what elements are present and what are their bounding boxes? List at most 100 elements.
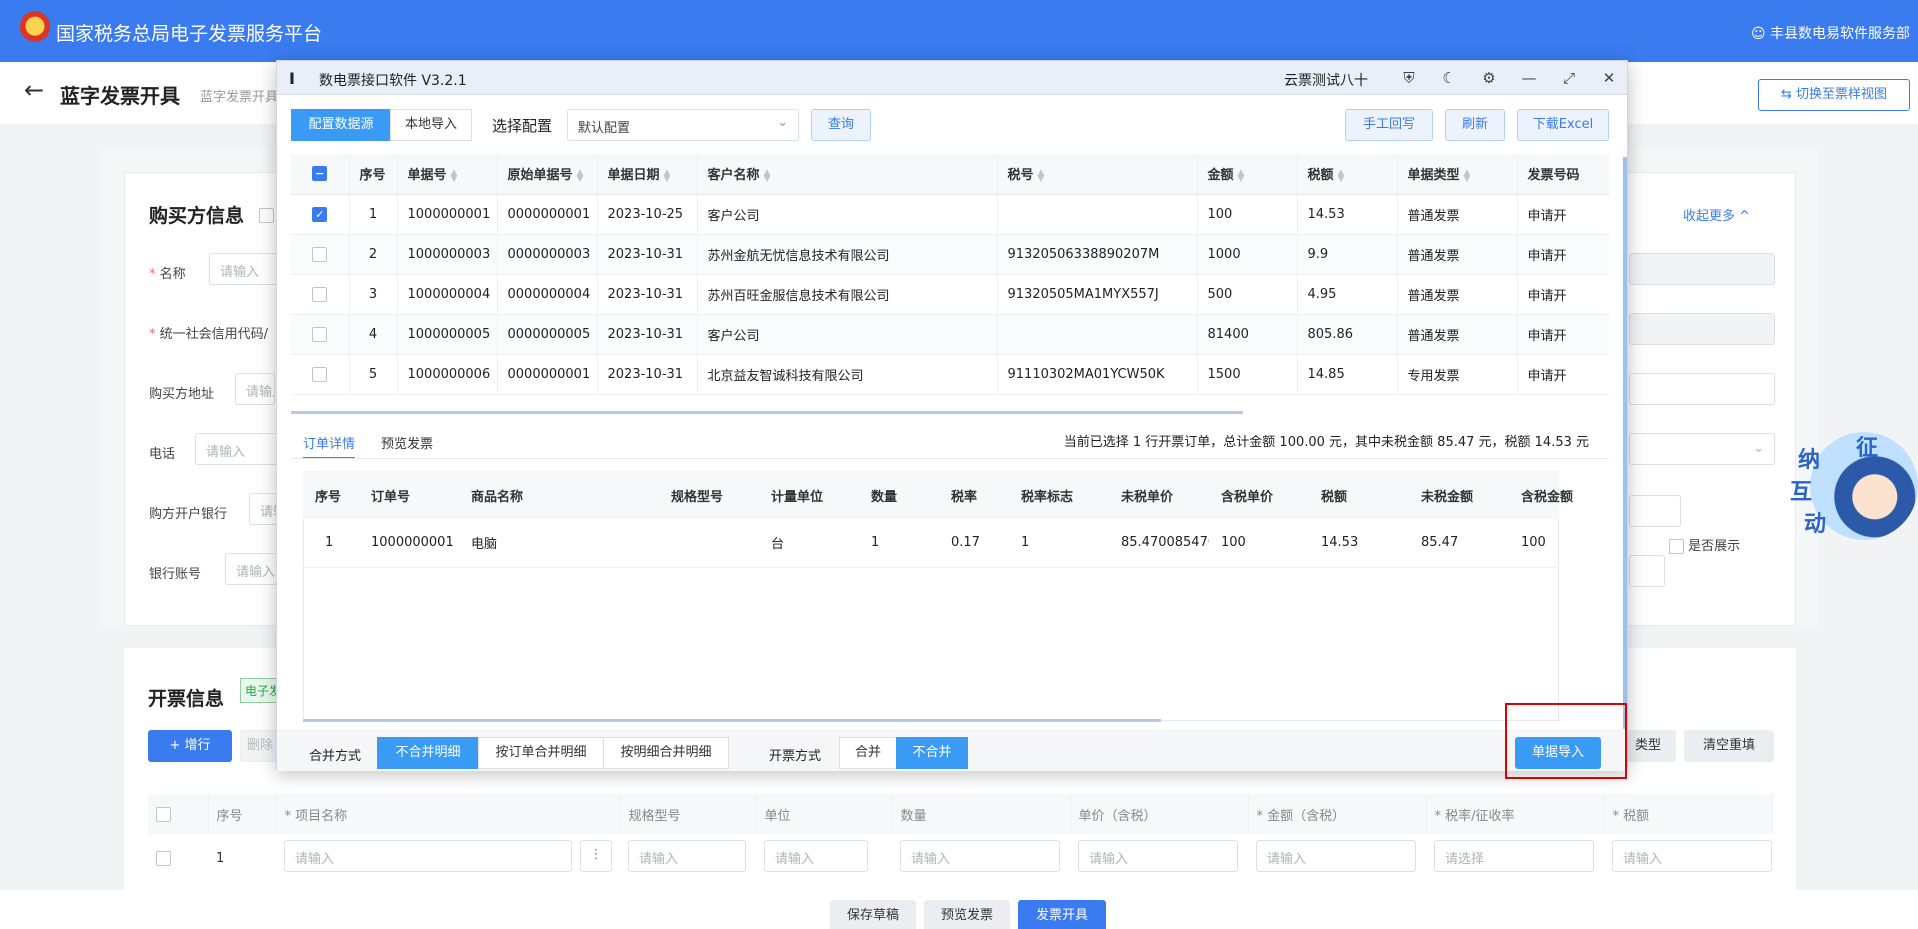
quantity-input[interactable]: 请输入 (900, 840, 1060, 872)
grid-col[interactable]: 金额 ▲ ▼ (1197, 154, 1298, 195)
items-col: 数量 (892, 794, 1071, 834)
show-option[interactable]: 是否展示 (1669, 535, 1740, 554)
row-checkbox[interactable] (291, 354, 350, 395)
grid-col[interactable]: 单据号 ▲ ▼ (397, 154, 498, 195)
cell-amount: 1500 (1197, 354, 1298, 395)
dialog-vscrollbar[interactable] (1623, 157, 1627, 767)
table-row[interactable]: ✓ 1 1000000001 0000000001 2023-10-25 客户公司 100 1… (291, 194, 1609, 235)
grid-col[interactable]: 税号 ▲ ▼ (997, 154, 1198, 195)
select-all-checkbox[interactable]: − (291, 154, 350, 195)
arrow-left-icon[interactable]: ← (24, 76, 44, 104)
detail-idx: 1 (303, 519, 359, 568)
cell-idx: 1 (349, 194, 398, 235)
user-icon: ☺ (1750, 26, 1770, 42)
grid-col[interactable]: 原始单据号 ▲ ▼ (497, 154, 598, 195)
cell-date: 2023-10-31 (597, 314, 698, 355)
merge-option-none[interactable]: 不合并明细 (377, 737, 479, 769)
row-checkbox[interactable] (148, 834, 208, 882)
detail-col: 含税金额 (1509, 471, 1573, 519)
cell-idx: 4 (349, 314, 398, 355)
tax-rate-select[interactable]: 请选择 (1434, 840, 1594, 872)
item-type-button[interactable]: 类型 (1620, 730, 1676, 762)
breadcrumb[interactable]: 蓝字发票开具 (200, 86, 278, 105)
detail-order: 1000000001 (359, 519, 459, 568)
table-row[interactable]: 5 1000000006 0000000001 2023-10-31 北京益友智诚科技有… (291, 354, 1609, 395)
issue-mode-merge[interactable]: 合并 (839, 737, 897, 769)
buyer-address-input[interactable]: 请输入 (235, 373, 275, 405)
buyer-address-label: 购买方地址 (149, 387, 215, 402)
bank-input[interactable]: 请输入 (249, 493, 277, 525)
clear-refill-button[interactable]: 清空重填 (1684, 730, 1774, 762)
right-field-5[interactable] (1629, 495, 1681, 527)
save-draft-button[interactable]: 保存草稿 (830, 900, 916, 929)
tab-preview-invoice[interactable]: 预览发票 (381, 433, 433, 452)
tax-amount-input[interactable]: 请输入 (1612, 840, 1772, 872)
detail-flag: 1 (1009, 519, 1109, 568)
grid-col[interactable]: 单据类型 ▲ ▼ (1397, 154, 1518, 195)
right-field-6[interactable] (1629, 555, 1665, 587)
buyer-title: 购买方信息 (149, 205, 245, 227)
sort-icon: ▲ ▼ (763, 167, 771, 184)
grid-col[interactable]: 客户名称 ▲ ▼ (697, 154, 998, 195)
invoice-interface-dialog: Ⅰ 数电票接口软件 V3.2.1 云票测试八十 ⛨ ☾ ⚙ — ⤢ ✕ 配置数据… (276, 60, 1628, 779)
account-input[interactable]: 请输入 (225, 553, 277, 585)
spec-input[interactable]: 请输入 (628, 840, 746, 872)
items-select-all[interactable] (148, 794, 209, 834)
issue-mode-label: 开票方式 (769, 749, 822, 764)
cell-idx: 3 (349, 274, 398, 315)
table-row[interactable]: 2 1000000003 0000000003 2023-10-31 苏州金航无忧信息技… (291, 234, 1609, 275)
grid-col[interactable]: 税额 ▲ ▼ (1297, 154, 1398, 195)
row-checkbox[interactable]: ✓ (291, 194, 350, 235)
right-field-3[interactable] (1629, 373, 1775, 405)
grid-hscrollbar[interactable] (291, 411, 1243, 414)
preview-invoice-button[interactable]: 预览发票 (924, 900, 1010, 929)
top-header: 国家税务总局电子发票服务平台 ☺ 丰县数电易软件服务部 (0, 0, 1918, 62)
buyer-toggle-checkbox[interactable] (259, 207, 274, 223)
unit-input[interactable]: 请输入 (764, 840, 868, 872)
detail-tax-price: 100 (1209, 519, 1309, 568)
merge-option-by-order[interactable]: 按订单合并明细 (478, 737, 604, 769)
detail-col: 数量 (859, 471, 939, 519)
sort-icon: ▲ ▼ (1463, 167, 1471, 184)
collapse-more-link[interactable]: 收起更多 ^ (1683, 205, 1750, 224)
delete-row-button[interactable]: 删除 (240, 730, 280, 762)
cell-tax-id: 91320506338890207M (997, 234, 1198, 275)
detail-hscrollbar[interactable] (303, 719, 1161, 722)
table-row[interactable]: 3 1000000004 0000000004 2023-10-31 苏州百旺金服信息技… (291, 274, 1609, 315)
issue-invoice-button[interactable]: 发票开具 (1018, 900, 1106, 929)
cell-type: 专用发票 (1397, 354, 1518, 395)
items-col: * 金额（含税） (1248, 794, 1427, 834)
bank-label: 购方开户银行 (149, 507, 228, 522)
row-checkbox[interactable] (291, 234, 350, 275)
row-checkbox[interactable] (291, 274, 350, 315)
switch-view-button[interactable]: ⇆ 切换至票样视图 (1758, 79, 1910, 111)
cell-customer: 苏州金航无忧信息技术有限公司 (697, 234, 998, 275)
merge-option-by-detail[interactable]: 按明细合并明细 (603, 737, 729, 769)
more-options-button[interactable]: ⋮ (580, 840, 612, 872)
table-row[interactable]: 4 1000000005 0000000005 2023-10-31 客户公司 81400… (291, 314, 1609, 355)
mascot-avatar[interactable]: 征 纳 互 动 (1790, 432, 1918, 540)
tab-order-detail[interactable]: 订单详情 (303, 433, 355, 452)
document-import-button[interactable]: 单据导入 (1515, 737, 1601, 769)
issue-mode-separate[interactable]: 不合并 (896, 737, 968, 769)
detail-name: 电脑 (459, 519, 659, 568)
detail-gross: 100 (1509, 519, 1559, 568)
cell-tax-id (997, 314, 1198, 355)
add-row-button[interactable]: + 增行 (148, 730, 232, 762)
cell-tax: 4.95 (1297, 274, 1398, 315)
grid-col[interactable]: 单据日期 ▲ ▼ (597, 154, 698, 195)
buyer-name-input[interactable]: 请输入 (209, 253, 279, 285)
phone-input[interactable]: 请输入 (195, 433, 279, 465)
right-select[interactable]: ⌄ (1629, 433, 1775, 465)
swap-icon: ⇆ (1780, 87, 1796, 102)
invoice-title: 开票信息 (148, 688, 225, 710)
unit-price-input[interactable]: 请输入 (1078, 840, 1238, 872)
items-header-row: 序号 * 项目名称 规格型号 单位 数量 单价（含税） * 金额（含税） * 税… (148, 794, 1773, 834)
cell-doc: 1000000004 (397, 274, 498, 315)
amount-input[interactable]: 请输入 (1256, 840, 1416, 872)
user-menu[interactable]: ☺ 丰县数电易软件服务部 (1751, 23, 1910, 43)
row-checkbox[interactable] (291, 314, 350, 355)
order-detail-table: 序号 订单号 商品名称 规格型号 计量单位 数量 税率 税率标志 未税单价 含税… (303, 471, 1573, 568)
item-name-input[interactable]: 请输入 (284, 840, 572, 872)
table-row[interactable]: 1 1000000001 电脑 台 1 0.17 1 85.470085470 … (303, 519, 1559, 568)
